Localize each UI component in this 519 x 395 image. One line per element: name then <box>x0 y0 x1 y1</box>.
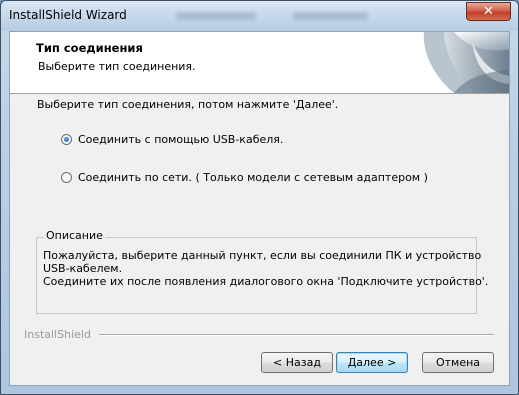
description-line-2: USB-кабелем. <box>43 262 123 275</box>
blurred-background-text <box>293 12 368 20</box>
option-usb[interactable]: Соединить с помощью USB-кабеля. <box>61 133 283 146</box>
page-subtitle: Выберите тип соединения. <box>38 60 196 73</box>
page-curl-graphic <box>423 32 509 93</box>
description-line-3: Соедините их после появления диалогового… <box>43 275 489 288</box>
next-button[interactable]: Далее > <box>336 352 408 373</box>
option-usb-label[interactable]: Соединить с помощью USB-кабеля. <box>78 133 283 146</box>
cancel-button[interactable]: Отмена <box>422 352 494 373</box>
branding-label: InstallShield <box>24 328 91 341</box>
wizard-body: Тип соединения Выберите тип соединения. <box>9 31 510 386</box>
description-line-1: Пожалуйста, выберите данный пункт, если … <box>43 249 482 262</box>
window-title: InstallShield Wizard <box>9 8 127 22</box>
title-bar[interactable]: InstallShield Wizard ✕ <box>1 1 518 31</box>
back-button[interactable]: < Назад <box>261 352 333 373</box>
branding-row: InstallShield <box>24 328 494 341</box>
installer-window: InstallShield Wizard ✕ Тип соединения Вы… <box>0 0 519 395</box>
instruction-text: Выберите тип соединения, потом нажмите '… <box>37 98 339 111</box>
blurred-background-text <box>176 12 256 20</box>
option-network[interactable]: Соединить по сети. ( Только модели с сет… <box>61 171 428 184</box>
option-network-label[interactable]: Соединить по сети. ( Только модели с сет… <box>78 171 428 184</box>
radio-usb[interactable] <box>61 134 72 145</box>
description-label: Описание <box>44 229 105 242</box>
close-icon: ✕ <box>483 4 494 19</box>
wizard-header: Тип соединения Выберите тип соединения. <box>10 32 509 94</box>
close-button[interactable]: ✕ <box>466 2 511 21</box>
branding-divider <box>98 333 494 336</box>
radio-network[interactable] <box>61 172 72 183</box>
page-title: Тип соединения <box>36 41 143 55</box>
